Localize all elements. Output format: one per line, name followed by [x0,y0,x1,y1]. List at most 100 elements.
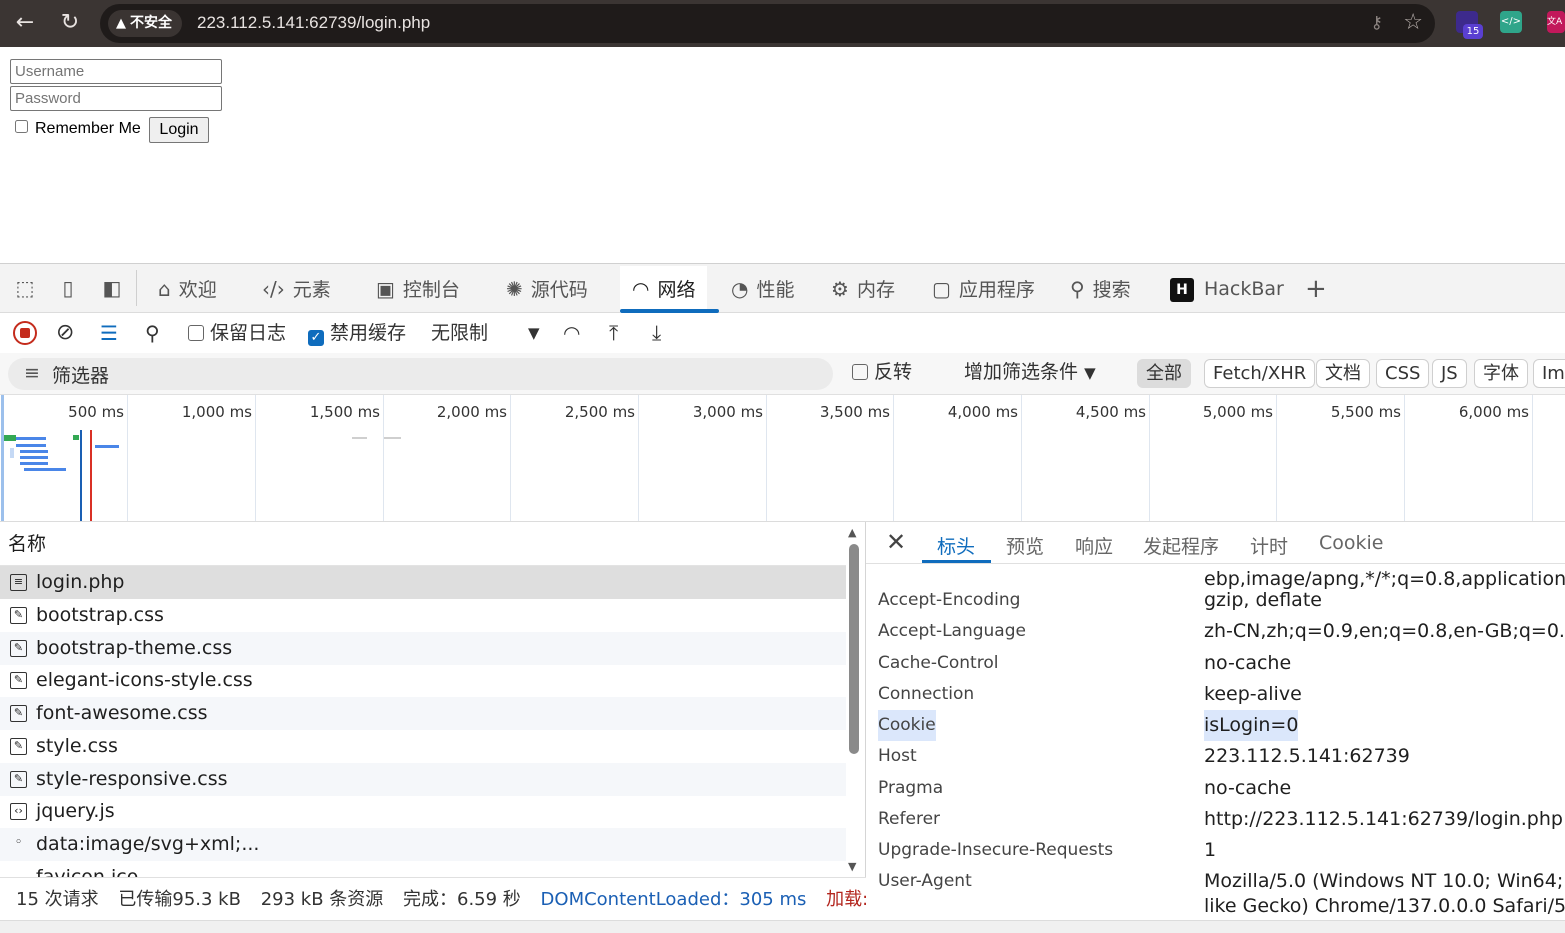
load-time: 加载: [826,889,866,910]
bug-icon: ✺ [506,277,523,301]
filter-icon: ≡ [24,362,40,384]
filter-settings-icon[interactable]: ☰ [100,321,118,345]
timeline-gridline [638,395,639,521]
filter-chip-js[interactable]: JS [1432,359,1467,388]
tab-welcome[interactable]: ⌂ 欢迎 [158,266,217,313]
request-row[interactable]: ✎ style-responsive.css [0,763,846,796]
reload-icon[interactable]: ↻ [55,8,85,38]
record-stop-icon[interactable] [13,321,37,345]
filter-chip-font[interactable]: 字体 [1474,359,1528,388]
request-row[interactable]: ✎ bootstrap-theme.css [0,632,846,665]
more-filters-dropdown[interactable]: 增加筛选条件 ▼ [964,360,1096,384]
scroll-down-arrow-icon[interactable]: ▼ [848,860,856,873]
login-button[interactable]: Login [149,117,209,143]
waterfall-bar [10,448,14,458]
timeline-label: 6,000 ms [1458,403,1529,421]
timeline-label: 4,000 ms [947,403,1018,421]
stylesheet-icon: ✎ [10,771,27,788]
translate-extension-icon[interactable]: 文A [1547,11,1565,33]
timeline-gridline [1276,395,1277,521]
window-icon: ▢ [932,277,951,301]
stylesheet-icon: ✎ [10,672,27,689]
timeline-gridline [766,395,767,521]
preserve-log-toggle[interactable]: 保留日志 [188,321,286,345]
filter-chip-all[interactable]: 全部 [1137,359,1191,388]
request-headers-list: Accept-Encoding gzip, deflate Accept-Lang… [866,521,1565,916]
chevron-down-icon[interactable]: ▼ [528,321,540,345]
timeline-gridline [510,395,511,521]
bookmark-star-icon[interactable]: ☆ [1403,10,1423,35]
header-row: Upgrade-Insecure-Requests 1 [866,835,1565,866]
add-tab-plus-icon[interactable]: + [1305,266,1327,313]
password-field[interactable] [10,86,222,111]
clear-icon[interactable]: ⊘ [56,321,74,345]
request-row[interactable]: ✎ bootstrap.css [0,599,846,632]
back-arrow-icon[interactable]: ← [10,8,40,38]
home-icon: ⌂ [158,277,171,301]
header-row: Host 223.112.5.141:62739 [866,741,1565,772]
request-row[interactable]: favicon.ico [0,861,846,877]
tab-hackbar[interactable]: H HackBar [1170,266,1284,313]
timeline-gridline [893,395,894,521]
search-icon[interactable]: ⚲ [145,321,160,345]
invert-toggle[interactable]: 反转 [852,360,912,384]
security-chip[interactable]: ▲ 不安全 [108,10,182,37]
filter-chip-fetch-xhr[interactable]: Fetch/XHR [1204,359,1316,388]
header-row: Cache-Control no-cache [866,648,1565,679]
tab-network[interactable]: ◠ 网络 [620,266,708,313]
inspect-icon[interactable]: ⬚ [13,276,37,300]
filter-chip-css[interactable]: CSS [1376,359,1430,388]
import-har-icon[interactable]: ⤒ [609,321,618,345]
disable-cache-toggle[interactable]: ✓ 禁用缓存 [308,321,406,346]
throttling-select[interactable]: 无限制 [431,321,488,345]
request-list-scrollbar[interactable] [849,544,859,754]
network-overview-timeline[interactable]: 500 ms 1,000 ms 1,500 ms 2,000 ms 2,500 … [0,395,1565,522]
column-header-name[interactable]: 名称 [0,522,846,566]
tab-application[interactable]: ▢ 应用程序 [932,266,1035,313]
stylesheet-icon: ✎ [10,738,27,755]
filter-input[interactable]: ≡ 筛选器 [8,358,833,390]
device-emulation-icon[interactable]: ▯ [56,276,80,300]
header-key: Accept-Language [878,621,1026,641]
tab-elements[interactable]: ‹/› 元素 [262,266,331,313]
key-icon[interactable]: ⚷ [1371,13,1383,33]
header-row: Referer http://223.112.5.141:62739/login.… [866,804,1565,835]
preserve-log-checkbox[interactable] [188,325,204,341]
disable-cache-checkbox[interactable]: ✓ [308,330,324,346]
export-har-icon[interactable]: ⤓ [652,321,661,345]
header-key: Connection [878,684,975,704]
request-row[interactable]: ≡ login.php [0,566,846,599]
tab-search[interactable]: ⚲ 搜索 [1070,266,1131,313]
request-row[interactable]: ✎ font-awesome.css [0,697,846,730]
tab-console[interactable]: ▣ 控制台 [376,266,460,313]
header-row: Pragma no-cache [866,773,1565,804]
stylesheet-icon: ✎ [10,705,27,722]
scroll-up-arrow-icon[interactable]: ▲ [848,526,856,539]
waterfall-bar [73,435,79,440]
image-icon: ◦ [14,835,23,850]
remember-me-checkbox[interactable] [15,120,28,133]
chevron-down-icon: ▼ [1084,364,1096,382]
waterfall-bar [20,462,48,465]
address-bar[interactable]: ▲ 不安全 223.112.5.141:62739/login.php ⚷ ☆ [100,4,1435,43]
tab-performance[interactable]: ◔ 性能 [731,266,794,313]
filter-chip-doc[interactable]: 文档 [1316,359,1370,388]
timeline-label: 1,500 ms [309,403,380,421]
dock-side-icon[interactable]: ◧ [100,276,124,300]
request-row[interactable]: ✎ elegant-icons-style.css [0,664,846,697]
url-text[interactable]: 223.112.5.141:62739/login.php [197,12,430,34]
header-row: Accept-Encoding gzip, deflate [866,585,1565,616]
security-label: 不安全 [130,15,172,31]
request-row[interactable]: ✎ style.css [0,730,846,763]
filter-chip-img[interactable]: Im [1533,359,1565,388]
timeline-gridline [255,395,256,521]
request-row[interactable]: ◦ data:image/svg+xml;... [0,828,846,861]
tab-memory[interactable]: ⚙ 内存 [831,266,895,313]
tab-sources[interactable]: ✺ 源代码 [506,266,588,313]
username-field[interactable] [10,59,222,84]
invert-checkbox[interactable] [852,364,868,380]
network-conditions-icon[interactable]: ◠ [563,321,580,345]
code-extension-icon[interactable]: </> [1500,11,1522,33]
request-row[interactable]: ‹› jquery.js [0,795,846,828]
search-icon: ⚲ [1070,277,1085,301]
